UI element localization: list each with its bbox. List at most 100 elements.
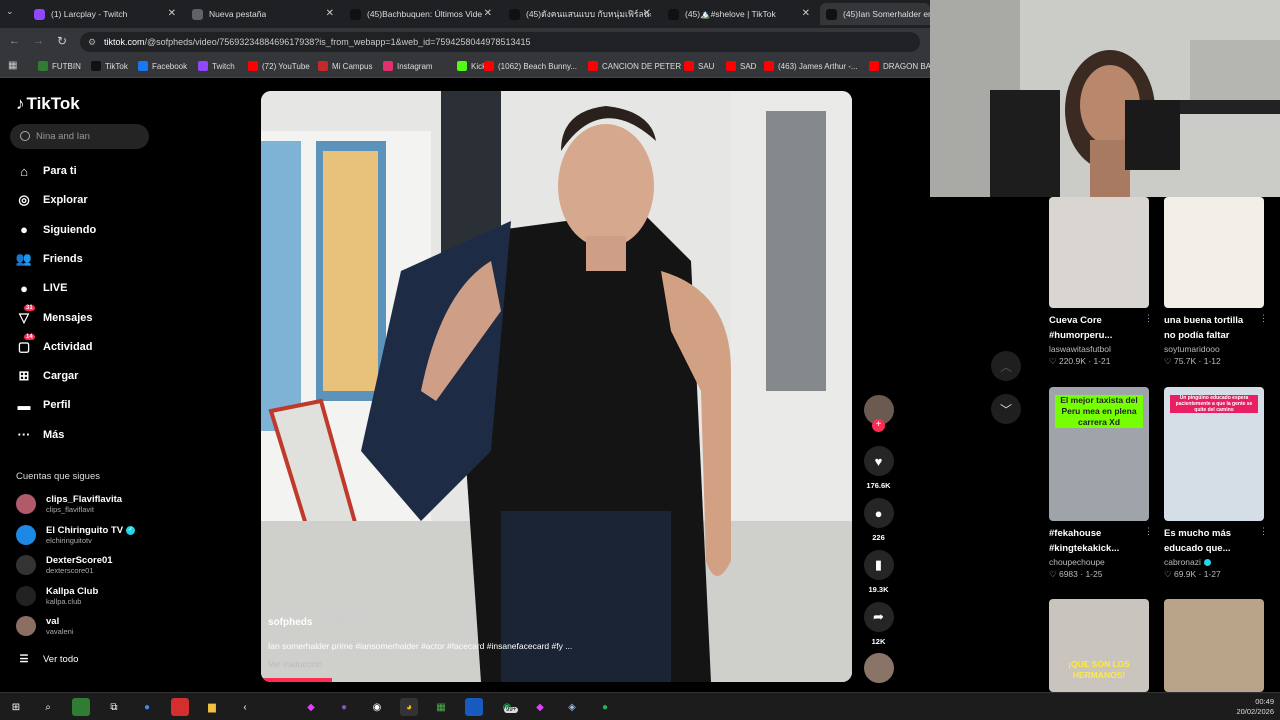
edge-icon[interactable]: ●: [138, 698, 156, 716]
sidebar-item-parati[interactable]: ⌂ Para ti: [16, 163, 77, 179]
followed-account[interactable]: val vavaleni: [16, 616, 74, 636]
bookmark-item[interactable]: SAU: [684, 61, 714, 71]
followed-account[interactable]: Kallpa Club kallpa.club: [16, 585, 98, 606]
bookmark-item[interactable]: (1062) Beach Bunny...: [484, 61, 577, 71]
video-title[interactable]: Cueva Core #humorperu...: [1049, 313, 1141, 343]
spotify-icon[interactable]: ●: [596, 698, 614, 716]
bookmark-item[interactable]: TikTok: [91, 61, 128, 71]
store-icon[interactable]: [72, 698, 90, 716]
bookmark-item[interactable]: (463) James Arthur -...: [764, 61, 858, 71]
video-user[interactable]: laswawitasfutbol: [1049, 344, 1111, 354]
share-button[interactable]: ➦ 12K: [863, 602, 894, 646]
more-options-icon[interactable]: ⋮: [1144, 313, 1153, 324]
tab-close-icon[interactable]: ✕: [168, 8, 176, 19]
suggested-video-card[interactable]: una buena tortilla no podía faltar soytum…: [1164, 197, 1268, 367]
tab-close-icon[interactable]: ✕: [484, 8, 492, 19]
video-thumbnail[interactable]: Un pingüino educado espera pacientemente…: [1164, 387, 1264, 521]
video-user[interactable]: soytumaridooo: [1164, 344, 1220, 354]
file-explorer-icon[interactable]: ▆: [203, 698, 221, 716]
bookmark-item[interactable]: Facebook: [138, 61, 187, 71]
sound-avatar-button[interactable]: [863, 653, 894, 683]
followed-account[interactable]: clips_Flaviflavita clips_flaviflavit: [16, 494, 122, 514]
tab-close-icon[interactable]: ✕: [802, 8, 810, 19]
video-thumbnail[interactable]: [1164, 197, 1264, 308]
video-title[interactable]: #fekahouse #kingtekakick...: [1049, 526, 1141, 556]
back-icon[interactable]: ←: [9, 35, 20, 47]
browser-tab[interactable]: (45)ดังคนแสนแบบ กับหนุ่มเฟิร์ลนะ ✕: [503, 3, 657, 25]
bookmark-item[interactable]: Twitch: [198, 61, 235, 71]
chrome-icon[interactable]: ◕: [400, 698, 418, 716]
browser-tab[interactable]: (45)🏔️#shelove | TikTok ✕: [662, 3, 816, 25]
translate-link[interactable]: Ver traducción: [268, 659, 322, 669]
search-input[interactable]: Nina and Ian: [10, 124, 149, 149]
suggested-video-card[interactable]: El mejor taxista del Peru mea en plena c…: [1049, 387, 1153, 580]
video-thumbnail[interactable]: [1049, 197, 1149, 308]
app-icon[interactable]: ◈: [563, 698, 581, 716]
tab-close-icon[interactable]: ✕: [643, 8, 651, 19]
tab-search-icon[interactable]: ⌄: [6, 6, 20, 20]
video-player[interactable]: [261, 91, 852, 682]
video-user[interactable]: cabronazi: [1164, 557, 1201, 567]
video-user[interactable]: choupechoupe: [1049, 557, 1105, 567]
more-options-icon[interactable]: ⋮: [1144, 526, 1153, 537]
previous-video-button[interactable]: ︿: [991, 351, 1021, 381]
author-avatar-button[interactable]: +: [863, 395, 894, 432]
system-clock[interactable]: 00:49 20/02/2026: [1236, 697, 1274, 717]
bookmark-item[interactable]: Kick: [457, 61, 486, 71]
sidebar-item-friends[interactable]: 👥 Friends: [16, 251, 83, 267]
forward-icon[interactable]: →: [33, 35, 44, 47]
suggested-video-card[interactable]: Un pingüino educado espera pacientemente…: [1164, 387, 1268, 580]
followed-account[interactable]: El Chiringuito TV ✓ elchiringuitotv: [16, 524, 136, 545]
more-options-icon[interactable]: ⋮: [1259, 313, 1268, 324]
follow-plus-icon[interactable]: +: [872, 419, 885, 432]
video-title[interactable]: Es mucho más educado que...: [1164, 526, 1256, 556]
suggested-video-card[interactable]: Cueva Core #humorperu... laswawitasfutbol…: [1049, 197, 1153, 367]
followed-account[interactable]: DexterScore01 dexterscore01: [16, 555, 113, 575]
bookmark-item[interactable]: Instagram: [383, 61, 433, 71]
like-button[interactable]: ♥ 176.6K: [863, 446, 894, 490]
bookmark-item[interactable]: (72) YouTube: [248, 61, 310, 71]
video-thumbnail[interactable]: ¡QUE SON LOS HERMANOS!: [1049, 599, 1149, 692]
sidebar-item-mensajes[interactable]: ▽ 31 Mensajes: [16, 304, 93, 326]
bookmark-item[interactable]: Mi Campus: [318, 61, 372, 71]
see-all-link[interactable]: ☰ Ver todo: [16, 651, 79, 667]
sidebar-item-siguiendo[interactable]: ● Siguiendo: [16, 222, 96, 238]
browser-tab[interactable]: (45)Bachbuquen: Últimos Vide ✕: [344, 3, 498, 25]
sidebar-item-ms[interactable]: ··· Más: [16, 427, 65, 443]
save-button[interactable]: ▮ 19.3K: [863, 550, 894, 594]
word-icon[interactable]: [465, 698, 483, 716]
suggested-video-card[interactable]: ¡QUE SON LOS HERMANOS!: [1049, 599, 1149, 692]
sidebar-item-live[interactable]: ● LIVE: [16, 280, 67, 296]
reload-icon[interactable]: ↻: [57, 34, 67, 48]
video-author[interactable]: sofpheds · 2025-11-5: [268, 617, 367, 628]
calculator-icon[interactable]: ▦: [432, 698, 450, 716]
site-info-icon[interactable]: ⚙: [88, 32, 96, 52]
tab-close-icon[interactable]: ✕: [326, 8, 334, 19]
browser-tab[interactable]: Nueva pestaña ✕: [186, 3, 340, 25]
url-field[interactable]: ⚙ tiktok.com/@sofpheds/video/75693234884…: [80, 32, 920, 52]
bookmark-item[interactable]: CANCION DE PETER: [588, 61, 681, 71]
task-view-icon[interactable]: ⧉: [105, 698, 123, 716]
app-icon[interactable]: ‹: [236, 698, 254, 716]
bookmark-item[interactable]: FUTBIN: [38, 61, 81, 71]
taskbar-search-icon[interactable]: ⌕: [39, 698, 57, 716]
browser-tab[interactable]: (1) Larcplay - Twitch ✕: [28, 3, 182, 25]
browser-tab[interactable]: (45)Ian Somerhalder en s: [820, 3, 930, 25]
tiktok-logo[interactable]: ♪ TikTok: [16, 94, 80, 114]
comment-button[interactable]: ● 226: [863, 498, 894, 542]
next-video-button[interactable]: ﹀: [991, 394, 1021, 424]
apps-grid-icon[interactable]: ▦: [8, 60, 17, 71]
suggested-video-card[interactable]: [1164, 599, 1264, 692]
sidebar-item-explorar[interactable]: ◎ Explorar: [16, 192, 87, 208]
bookmark-item[interactable]: SAD: [726, 61, 756, 71]
media-app-icon[interactable]: [171, 698, 189, 716]
sidebar-item-perfil[interactable]: ▬ Perfil: [16, 397, 71, 413]
video-thumbnail[interactable]: El mejor taxista del Peru mea en plena c…: [1049, 387, 1149, 521]
video-title[interactable]: una buena tortilla no podía faltar: [1164, 313, 1256, 343]
sidebar-item-cargar[interactable]: ⊞ Cargar: [16, 368, 79, 384]
discord-icon[interactable]: ●: [335, 698, 353, 716]
video-thumbnail[interactable]: [1164, 599, 1264, 692]
app-icon[interactable]: ◆: [531, 698, 549, 716]
windows-start-icon[interactable]: ⊞: [7, 698, 25, 716]
bookmark-item[interactable]: DRAGON BAL: [869, 61, 935, 71]
